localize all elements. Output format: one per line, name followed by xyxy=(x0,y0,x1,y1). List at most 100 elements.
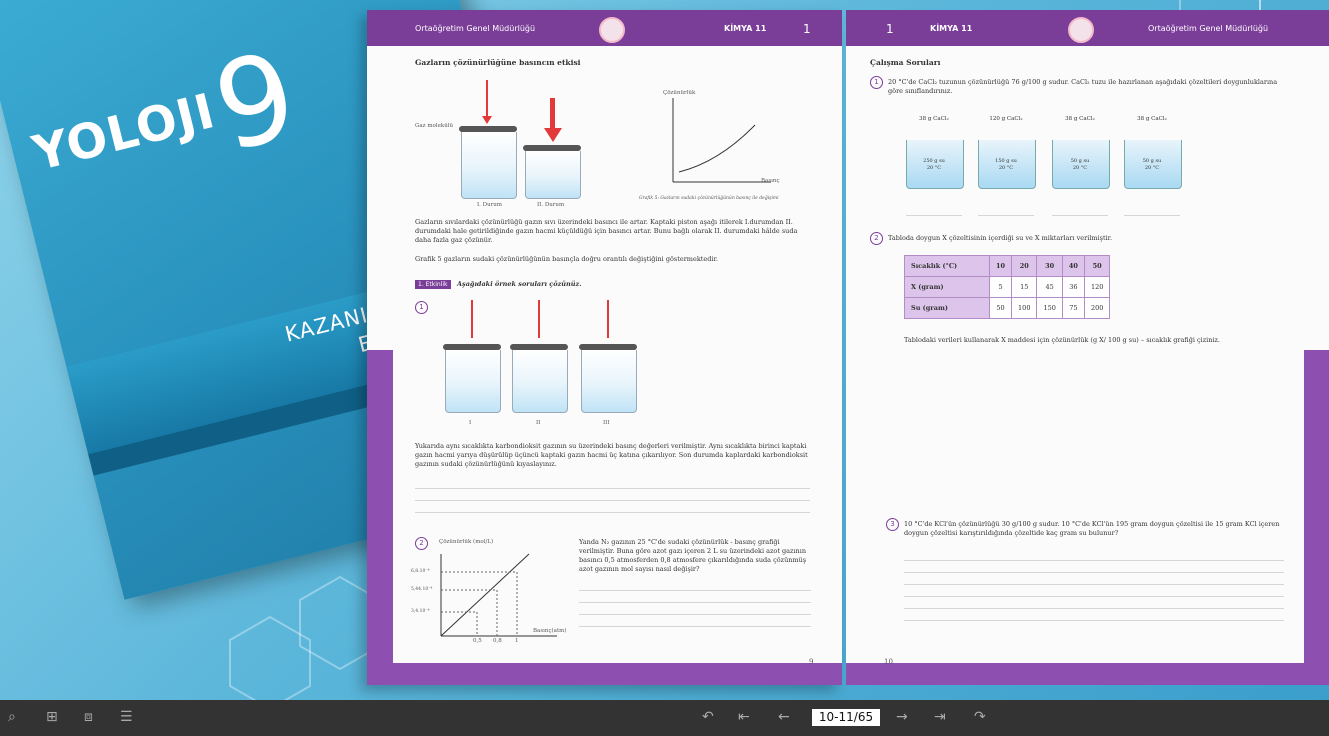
beaker-content: 250 g su 20 °C xyxy=(923,158,945,171)
graph-caption: Grafik 5: Gazların sudaki çözünürlüğünün… xyxy=(639,196,779,201)
q2-ytick: 3,4.10⁻⁴ xyxy=(411,609,430,614)
table-cell: 10 xyxy=(988,255,1013,277)
meb-logo-icon xyxy=(1068,17,1094,43)
answer-line xyxy=(579,614,811,615)
header-org: Ortaöğretim Genel Müdürlüğü xyxy=(1148,24,1269,33)
table-cell: 30 xyxy=(1036,255,1063,277)
table-cell: Sıcaklık (°C) xyxy=(904,255,990,277)
q2-ytick: 6,8.10⁻⁴ xyxy=(411,569,430,574)
answer-line xyxy=(904,596,1284,597)
cylinder-1 xyxy=(445,350,501,413)
table-cell: 20 xyxy=(1011,255,1038,277)
question-2-text: Yanda N₂ gazının 25 °C'de sudaki çözünür… xyxy=(579,538,807,573)
beaker-top-label: 120 g CaCl₂ xyxy=(989,116,1023,122)
beaker-content: 150 g su 20 °C xyxy=(995,158,1017,171)
q2-xtick: 0,5 xyxy=(473,638,482,644)
table-cell: 200 xyxy=(1083,297,1111,319)
question-2-followup: Tablodaki verileri kullanarak X maddesi … xyxy=(904,336,1220,344)
answer-line xyxy=(978,215,1034,216)
page-side-band xyxy=(1304,350,1329,685)
arrow-icon xyxy=(471,300,473,338)
paragraph-1: Gazların sıvılardaki çözünürlüğü gazın s… xyxy=(415,218,798,244)
graph-ylabel: Çözünürlük xyxy=(663,90,696,96)
prev-page-icon[interactable]: ← xyxy=(778,709,790,725)
answer-line xyxy=(579,602,811,603)
right-page-header: 1 KİMYA 11 Ortaöğretim Genel Müdürlüğü xyxy=(846,10,1329,46)
table-cell: 40 xyxy=(1061,255,1085,277)
question-number: 2 xyxy=(415,537,428,550)
page-side-band xyxy=(367,350,393,685)
question-number: 1 xyxy=(870,76,883,89)
cylinder-label: III xyxy=(603,420,610,426)
undo-icon[interactable]: ↶ xyxy=(702,709,714,725)
state1-label: I. Durum xyxy=(477,202,503,208)
answer-line xyxy=(579,626,811,627)
cylinder-2 xyxy=(512,350,568,413)
table-cell: 45 xyxy=(1036,276,1063,298)
answer-line xyxy=(415,512,810,513)
table-cell: 100 xyxy=(1011,297,1038,319)
question-2-text: Tabloda doygun X çözeltisinin içerdiği s… xyxy=(888,234,1113,242)
answer-line xyxy=(904,560,1284,561)
big-arrow-icon xyxy=(550,98,555,128)
table-row: X (gram) 5 15 45 36 120 xyxy=(904,276,1111,298)
thumbnails-icon[interactable]: ⊞ xyxy=(46,709,58,725)
table-cell: 5 xyxy=(988,276,1013,298)
video-icon[interactable]: ⧈ xyxy=(84,709,93,725)
notes-icon[interactable]: ☰ xyxy=(120,709,133,725)
table-row: Su (gram) 50 100 150 75 200 xyxy=(904,297,1111,319)
answer-line xyxy=(415,488,810,489)
footer-page-number: 10 xyxy=(884,658,893,666)
q2-xtick: 1 xyxy=(515,638,519,644)
answer-line xyxy=(904,608,1284,609)
table-cell: Su (gram) xyxy=(904,297,990,319)
table-cell: 50 xyxy=(988,297,1013,319)
arrow-icon xyxy=(607,300,609,338)
footer-page-number: 9 xyxy=(809,658,814,666)
beaker-top-label: 38 g CaCl₂ xyxy=(919,116,949,122)
question-1-text: 20 °C'de CaCl₂ tuzunun çözünürlüğü 76 g/… xyxy=(888,78,1278,95)
q2-ylabel: Çözünürlük (mol/L) xyxy=(439,539,494,545)
left-page-header: Ortaöğretim Genel Müdürlüğü KİMYA 11 1 xyxy=(367,10,842,46)
answer-line xyxy=(415,500,810,501)
header-subject: KİMYA 11 xyxy=(930,24,973,33)
redo-icon[interactable]: ↷ xyxy=(974,709,986,725)
question-number: 1 xyxy=(415,301,428,314)
big-arrow-head-icon xyxy=(544,128,562,142)
table-cell: 15 xyxy=(1011,276,1038,298)
section-title: Gazların çözünürlüğüne basıncın etkisi xyxy=(415,58,581,67)
cylinder-label: I xyxy=(469,420,472,426)
q2-xtick: 0,8 xyxy=(493,638,502,644)
gas-molecule-label: Gaz molekülü xyxy=(415,123,454,129)
question-1-text: Yukarıda aynı sıcaklıkta karbondioksit g… xyxy=(415,442,808,468)
meb-logo-icon xyxy=(599,17,625,43)
viewer-toolbar: ⌕ ⊞ ⧈ ☰ ↶ ⇤ ← 10-11/65 → ⇥ ↷ xyxy=(0,700,1329,736)
beaker-top-label: 38 g CaCl₂ xyxy=(1137,116,1167,122)
zoom-icon[interactable]: ⌕ xyxy=(8,709,16,725)
first-page-icon[interactable]: ⇤ xyxy=(738,709,750,725)
answer-line xyxy=(1052,215,1108,216)
table-cell: 150 xyxy=(1036,297,1063,319)
arrow-icon xyxy=(538,300,540,338)
header-org: Ortaöğretim Genel Müdürlüğü xyxy=(415,24,536,33)
section-title: Çalışma Soruları xyxy=(870,58,941,67)
next-page-icon[interactable]: → xyxy=(896,709,908,725)
right-page: 1 KİMYA 11 Ortaöğretim Genel Müdürlüğü Ç… xyxy=(846,10,1329,685)
table-cell: X (gram) xyxy=(904,276,990,298)
header-page-number: 1 xyxy=(803,22,811,36)
beaker-top-label: 38 g CaCl₂ xyxy=(1065,116,1095,122)
table-row: Sıcaklık (°C) 10 20 30 40 50 xyxy=(904,255,1111,277)
solubility-pressure-graph xyxy=(672,98,771,183)
page-footer-band xyxy=(367,663,842,685)
answer-line xyxy=(904,572,1284,573)
question-number: 2 xyxy=(870,232,883,245)
beaker-content: 50 g su 20 °C xyxy=(1142,158,1162,171)
answer-line xyxy=(579,590,811,591)
page-indicator-input[interactable]: 10-11/65 xyxy=(812,709,880,726)
table-cell: 75 xyxy=(1061,297,1085,319)
cylinder-label: II xyxy=(536,420,541,426)
activity-tag: 1. Etkinlik xyxy=(415,280,451,289)
last-page-icon[interactable]: ⇥ xyxy=(934,709,946,725)
paragraph-2: Grafik 5 gazların sudaki çözünürlüğünün … xyxy=(415,255,718,263)
activity-title: Aşağıdaki örnek soruları çözünüz. xyxy=(457,280,582,288)
